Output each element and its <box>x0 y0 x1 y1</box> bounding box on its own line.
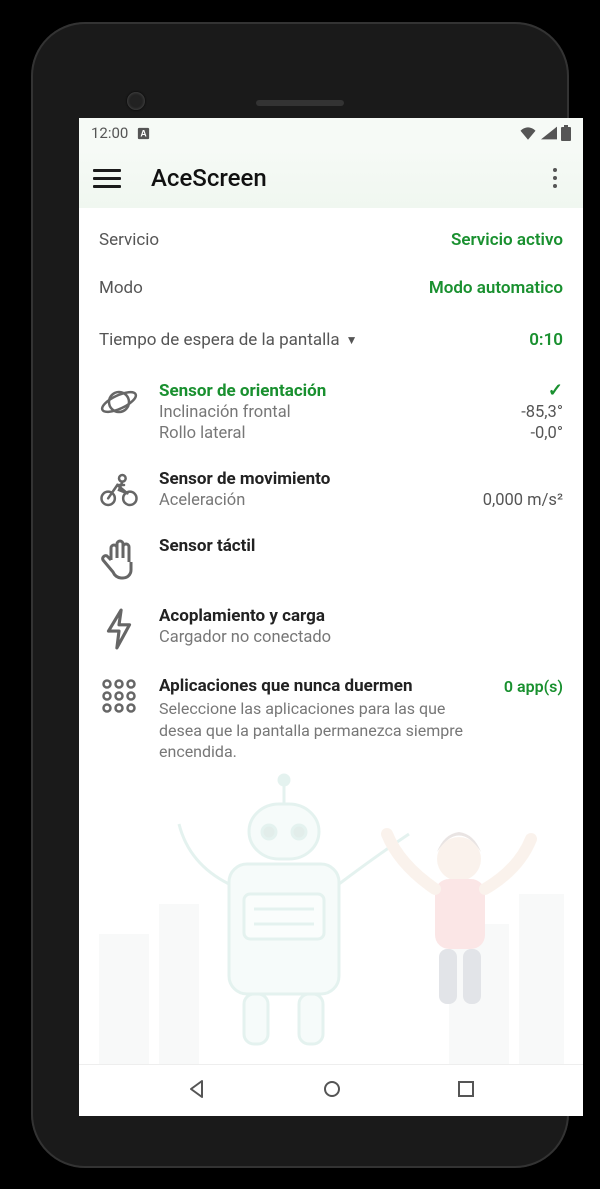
app-bar: AceScreen <box>79 148 583 208</box>
nav-home-button[interactable] <box>322 1079 342 1103</box>
screen: 12:00 A AceScreen <box>79 118 583 1116</box>
status-bar-left: 12:00 A <box>91 124 151 142</box>
apps-title-row: Aplicaciones que nunca duermen 0 app(s) <box>159 676 563 696</box>
row-screen-timeout[interactable]: Tiempo de espera de la pantalla ▼ 0:10 <box>79 312 583 364</box>
settings-list: Servicio Servicio activo Modo Modo autom… <box>79 208 583 773</box>
touch-title: Sensor táctil <box>159 536 563 556</box>
service-label: Servicio <box>99 230 159 250</box>
orientation-tilt-row: Inclinación frontal -85,3° <box>159 403 563 422</box>
orientation-roll-row: Rollo lateral -0,0° <box>159 424 563 443</box>
timeout-value: 0:10 <box>529 330 563 350</box>
nav-recent-button[interactable] <box>457 1080 475 1102</box>
status-bar-right <box>519 125 571 141</box>
nav-back-button[interactable] <box>187 1079 207 1103</box>
cyclist-icon <box>99 469 139 509</box>
charging-status: Cargador no conectado <box>159 628 563 647</box>
mode-value: Modo automatico <box>429 278 563 298</box>
motion-title: Sensor de movimiento <box>159 469 563 489</box>
wifi-icon <box>519 126 537 140</box>
mode-label: Modo <box>99 278 143 298</box>
sensor-charging[interactable]: Acoplamiento y carga Cargador no conecta… <box>79 590 583 660</box>
bolt-icon <box>99 606 139 650</box>
timeout-label: Tiempo de espera de la pantalla ▼ <box>99 330 358 350</box>
front-camera <box>127 92 145 110</box>
check-icon: ✓ <box>548 380 563 401</box>
row-mode[interactable]: Modo Modo automatico <box>79 264 583 312</box>
sensor-touch[interactable]: Sensor táctil <box>79 520 583 590</box>
never-sleep-apps[interactable]: Aplicaciones que nunca duermen 0 app(s) … <box>79 660 583 773</box>
apps-description: Seleccione las aplicaciones para las que… <box>159 698 479 763</box>
orientation-title: Sensor de orientación ✓ <box>159 380 563 401</box>
service-value: Servicio activo <box>451 230 563 250</box>
sensor-motion[interactable]: Sensor de movimiento Aceleración 0,000 m… <box>79 453 583 520</box>
signal-icon <box>541 126 557 140</box>
svg-text:A: A <box>141 128 148 138</box>
status-time: 12:00 <box>91 124 128 142</box>
overflow-menu-button[interactable] <box>541 164 569 192</box>
sensor-orientation[interactable]: Sensor de orientación ✓ Inclinación fron… <box>79 364 583 453</box>
charging-title: Acoplamiento y carga <box>159 606 563 626</box>
planet-icon <box>99 380 139 422</box>
status-bar: 12:00 A <box>79 118 583 148</box>
navigation-bar <box>79 1064 583 1116</box>
app-title: AceScreen <box>151 164 541 192</box>
background-illustration <box>79 764 583 1064</box>
motion-accel-row: Aceleración 0,000 m/s² <box>159 491 563 510</box>
menu-button[interactable] <box>93 164 121 192</box>
speaker-grill <box>256 100 344 106</box>
battery-icon <box>561 125 571 141</box>
phone-frame: 12:00 A AceScreen <box>31 22 569 1168</box>
apps-grid-icon <box>99 676 139 714</box>
dropdown-indicator-icon: ▼ <box>346 333 358 347</box>
content-area: Servicio Servicio activo Modo Modo autom… <box>79 208 583 1064</box>
row-service[interactable]: Servicio Servicio activo <box>79 216 583 264</box>
hand-icon <box>99 536 139 580</box>
auto-rotate-icon: A <box>136 126 151 141</box>
apps-title: Aplicaciones que nunca duermen <box>159 676 413 696</box>
apps-count: 0 app(s) <box>504 677 563 696</box>
